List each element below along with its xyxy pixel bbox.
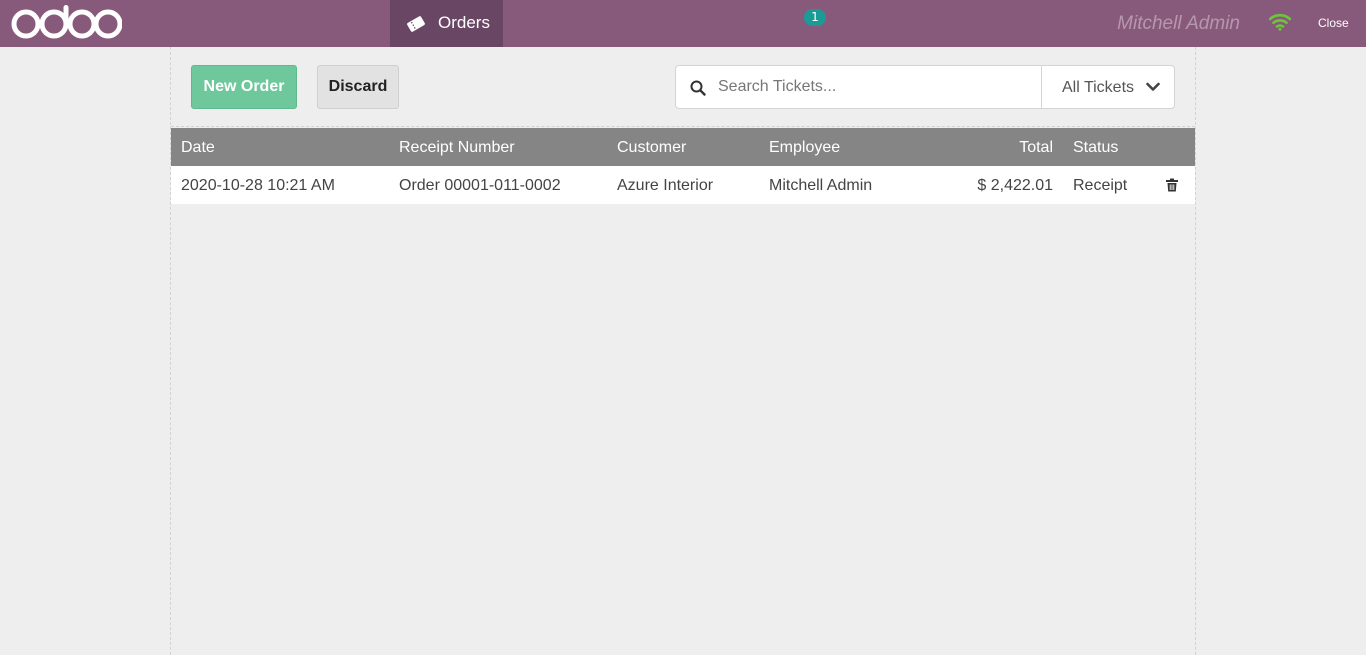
wifi-icon[interactable]: [1269, 13, 1291, 31]
column-header-customer: Customer: [617, 139, 687, 156]
orders-count-badge: 1: [804, 9, 826, 26]
odoo-logo: [11, 5, 122, 39]
ticket-filter-value: All Tickets: [1062, 79, 1135, 96]
close-button[interactable]: Close: [1318, 16, 1349, 30]
ticket-icon: [407, 16, 425, 32]
discard-button[interactable]: Discard: [317, 65, 399, 109]
receipt-number: Order 00001-011-0002: [399, 177, 561, 194]
ticket-controls: New Order Discard All Tickets: [171, 47, 1195, 127]
top-bar: 1 Orders Mitchell Admin Close: [0, 0, 1366, 47]
ticket-screen: New Order Discard All Tickets Date Recei…: [170, 47, 1196, 655]
table-row[interactable]: 2020-10-28 10:21 AM Order 00001-011-0002…: [171, 166, 1195, 204]
order-date: 2020-10-28 10:21 AM: [181, 177, 335, 194]
column-header-employee: Employee: [769, 139, 841, 156]
cashier-name[interactable]: Mitchell Admin: [1117, 13, 1240, 35]
orders-table: Date Receipt Number Customer Employee To…: [171, 128, 1195, 204]
order-total: $ 2,422.01: [977, 177, 1053, 194]
ticket-filter-dropdown[interactable]: All Tickets: [1041, 66, 1174, 108]
employee-name: Mitchell Admin: [769, 177, 873, 194]
order-status: Receipt: [1073, 177, 1128, 194]
search-bar: All Tickets: [675, 65, 1175, 109]
trash-icon[interactable]: [1165, 178, 1179, 192]
tab-orders[interactable]: 1 Orders: [390, 0, 826, 47]
search-icon: [690, 80, 706, 96]
column-header-status: Status: [1073, 139, 1119, 156]
table-header: Date Receipt Number Customer Employee To…: [171, 128, 1195, 166]
search-input[interactable]: [714, 66, 1039, 108]
column-header-total: Total: [1019, 139, 1053, 156]
new-order-button[interactable]: New Order: [191, 65, 297, 109]
column-header-receipt-number: Receipt Number: [399, 139, 515, 156]
chevron-down-icon: [1146, 82, 1160, 91]
tab-orders-label: Orders: [438, 13, 490, 32]
customer-name: Azure Interior: [617, 177, 714, 194]
column-header-date: Date: [181, 139, 215, 156]
